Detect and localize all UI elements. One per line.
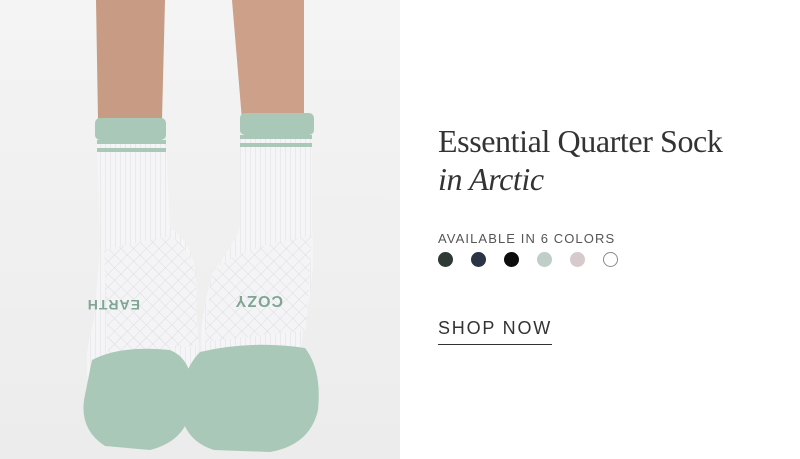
product-name: Essential Quarter Sock [438,123,723,159]
right-sock-text: COZY [235,292,283,309]
swatch-navy[interactable] [471,252,486,267]
shop-now-link[interactable]: SHOP NOW [438,318,553,345]
swatch-mauve[interactable] [570,252,585,267]
product-title: Essential Quarter Sock in Arctic [438,122,723,198]
color-swatches [438,252,618,267]
product-info-panel: Essential Quarter Sock in Arctic AVAILAB… [400,0,800,459]
available-colors-label: AVAILABLE IN 6 COLORS [438,231,616,246]
swatch-dark-green[interactable] [438,252,453,267]
swatch-black[interactable] [504,252,519,267]
right-leg [232,0,304,120]
left-leg [96,0,165,120]
socks-photo: EARTH COZY [0,0,400,459]
swatch-white[interactable] [603,252,618,267]
product-variant: in Arctic [438,161,544,197]
swatch-arctic[interactable] [537,252,552,267]
left-sock-text: EARTH [87,297,140,313]
product-image: EARTH COZY [0,0,400,459]
